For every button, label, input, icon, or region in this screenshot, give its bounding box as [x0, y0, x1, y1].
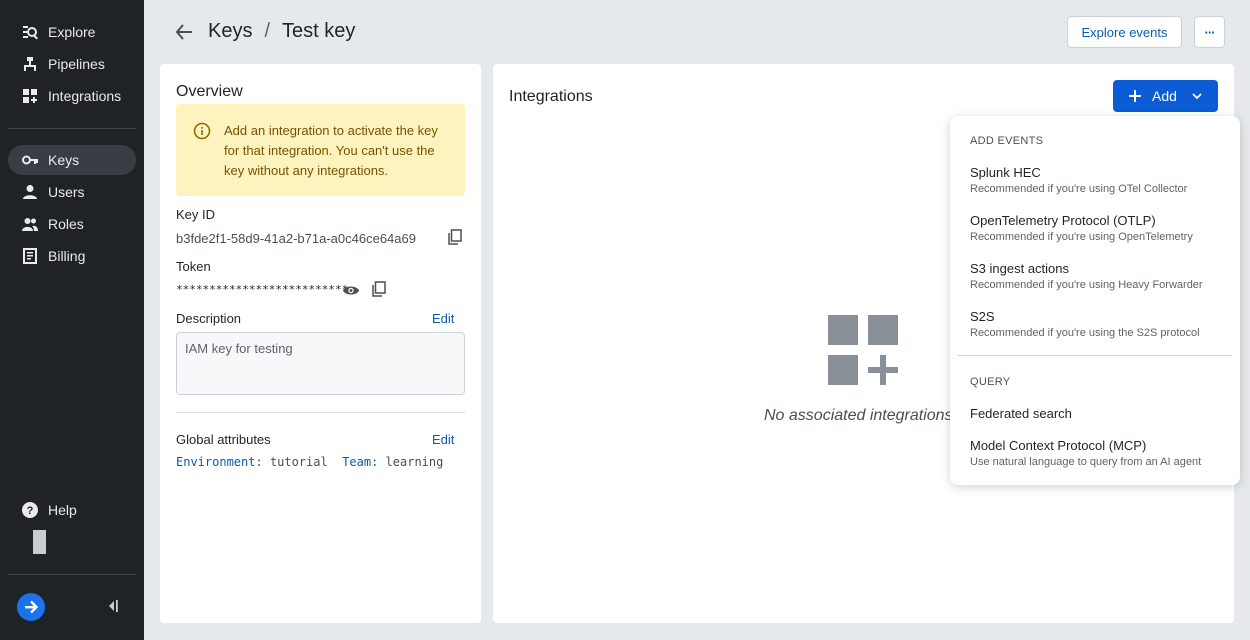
- description-field[interactable]: IAM key for testing: [176, 332, 465, 395]
- sidebar-item-label: Roles: [48, 216, 84, 232]
- copy-token-icon[interactable]: [369, 279, 389, 299]
- menu-item-title: Splunk HEC: [970, 165, 1041, 180]
- menu-item-s3-ingest-actions[interactable]: S3 ingest actions Recommended if you're …: [950, 261, 1240, 291]
- add-integration-menu: ADD EVENTS Splunk HEC Recommended if you…: [950, 116, 1240, 485]
- menu-item-subtitle: Recommended if you're using OTel Collect…: [970, 183, 1188, 195]
- sidebar-item-billing[interactable]: Billing: [8, 241, 136, 271]
- sidebar-item-help[interactable]: ? Help: [8, 495, 136, 525]
- show-token-eye-icon[interactable]: [341, 280, 361, 300]
- empty-integrations-icon: [828, 315, 900, 387]
- integrations-grid-icon: [22, 88, 38, 104]
- sidebar-item-keys[interactable]: Keys: [8, 145, 136, 175]
- sidebar-item-label: Users: [48, 184, 85, 200]
- attribute-value: learning: [385, 455, 444, 469]
- sidebar-item-label: Help: [48, 502, 77, 518]
- warning-banner: Add an integration to activate the key f…: [176, 104, 465, 196]
- svg-text:?: ?: [27, 505, 34, 517]
- breadcrumb-separator: /: [264, 20, 271, 42]
- breadcrumb-keys-link[interactable]: Keys: [208, 20, 252, 43]
- menu-section-query: QUERY: [970, 376, 1011, 388]
- menu-item-title: OpenTelemetry Protocol (OTLP): [970, 213, 1156, 228]
- explore-events-button[interactable]: Explore events: [1067, 16, 1182, 48]
- global-attributes-list: Environment: tutorial Team: learning: [176, 455, 443, 469]
- menu-divider: [958, 355, 1232, 356]
- warning-text: Add an integration to activate the key f…: [224, 123, 438, 178]
- menu-item-title: Model Context Protocol (MCP): [970, 438, 1147, 453]
- sidebar-item-users[interactable]: Users: [8, 177, 136, 207]
- sidebar-item-explore[interactable]: Explore: [8, 17, 136, 47]
- sidebar-item-roles[interactable]: Roles: [8, 209, 136, 239]
- back-arrow-icon[interactable]: [173, 22, 195, 42]
- attribute-value: tutorial: [269, 455, 328, 469]
- billing-icon: [22, 248, 38, 264]
- edit-description-link[interactable]: Edit: [432, 311, 454, 326]
- pipelines-icon: [22, 56, 38, 72]
- overview-title: Overview: [176, 83, 243, 100]
- menu-item-subtitle: Recommended if you're using Heavy Forwar…: [970, 279, 1203, 291]
- key-icon: [22, 152, 38, 168]
- sidebar: Explore Pipelines Integrations Keys User…: [0, 0, 144, 640]
- token-label: Token: [176, 259, 211, 274]
- menu-item-otlp[interactable]: OpenTelemetry Protocol (OTLP) Recommende…: [950, 213, 1240, 243]
- attribute-key: Environment:: [176, 455, 263, 469]
- overview-panel: Overview Add an integration to activate …: [160, 64, 481, 623]
- breadcrumb: Keys / Test key: [208, 20, 355, 43]
- explore-search-icon: [22, 24, 38, 40]
- key-id-label: Key ID: [176, 207, 216, 222]
- sidebar-divider: [8, 574, 136, 575]
- empty-state-text: No associated integrations: [764, 407, 953, 424]
- avatar[interactable]: [33, 530, 46, 554]
- add-integration-button[interactable]: Add: [1113, 80, 1218, 112]
- menu-item-federated-search[interactable]: Federated search: [950, 406, 1240, 421]
- add-button-label: Add: [1152, 88, 1177, 104]
- menu-item-title: S2S: [970, 309, 995, 324]
- attribute-key: Team:: [342, 455, 379, 469]
- user-icon: [22, 184, 38, 200]
- menu-item-mcp[interactable]: Model Context Protocol (MCP) Use natural…: [950, 438, 1240, 468]
- page-title: Test key: [282, 20, 356, 42]
- menu-item-title: Federated search: [970, 406, 1072, 421]
- token-value: **************************: [176, 283, 349, 296]
- info-icon: [193, 122, 211, 140]
- menu-item-title: S3 ingest actions: [970, 261, 1070, 276]
- sidebar-item-label: Billing: [48, 248, 86, 264]
- copy-key-id-icon[interactable]: [445, 227, 465, 247]
- global-attributes-label: Global attributes: [176, 432, 271, 447]
- plus-icon: [1128, 89, 1142, 103]
- roles-icon: [22, 216, 38, 232]
- sidebar-divider: [8, 128, 136, 129]
- sidebar-item-label: Integrations: [48, 88, 122, 104]
- sidebar-item-integrations[interactable]: Integrations: [8, 81, 136, 111]
- menu-item-s2s[interactable]: S2S Recommended if you're using the S2S …: [950, 309, 1240, 339]
- edit-global-attributes-link[interactable]: Edit: [432, 432, 454, 447]
- collapse-sidebar-icon[interactable]: [106, 597, 120, 615]
- key-id-value: b3fde2f1-58d9-41a2-b71a-a0c46ce64a69: [176, 231, 416, 246]
- divider: [176, 412, 465, 413]
- sidebar-item-pipelines[interactable]: Pipelines: [8, 49, 136, 79]
- chevron-down-icon: [1191, 90, 1203, 102]
- description-label: Description: [176, 311, 242, 326]
- sidebar-item-label: Keys: [48, 152, 80, 168]
- integrations-title: Integrations: [509, 88, 593, 105]
- menu-item-subtitle: Recommended if you're using the S2S prot…: [970, 327, 1200, 339]
- menu-item-subtitle: Recommended if you're using OpenTelemetr…: [970, 231, 1193, 243]
- sidebar-item-label: Explore: [48, 24, 96, 40]
- help-icon: ?: [22, 502, 38, 518]
- menu-item-splunk-hec[interactable]: Splunk HEC Recommended if you're using O…: [950, 165, 1240, 195]
- more-options-button[interactable]: ···: [1194, 16, 1225, 48]
- sidebar-item-label: Pipelines: [48, 56, 105, 72]
- menu-item-subtitle: Use natural language to query from an AI…: [970, 456, 1202, 468]
- app-logo-icon[interactable]: [17, 593, 45, 621]
- menu-section-add-events: ADD EVENTS: [970, 135, 1044, 147]
